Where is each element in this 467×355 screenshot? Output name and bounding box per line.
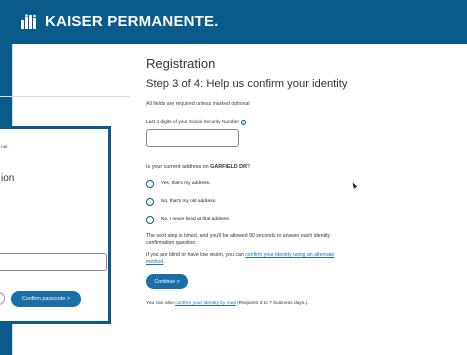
radio-button[interactable] [146, 215, 154, 224]
radio-label: Yes, that's my address. [161, 181, 211, 186]
radio-button[interactable] [146, 179, 154, 188]
radio-label: No, I never lived at that address. [161, 217, 231, 222]
low-vision-suffix: . [163, 259, 165, 265]
registration-form: Registration Step 3 of 4: Help us confir… [146, 56, 456, 306]
kp-logo-icon [20, 13, 38, 30]
address-street: GARFIELD DR [210, 164, 247, 170]
radio-option-never[interactable]: No, I never lived at that address. [146, 215, 456, 224]
back-button-partial[interactable] [0, 292, 5, 305]
address-question-prefix: Is your current address on [146, 164, 211, 170]
address-question: Is your current address on GARFIELD DR? [146, 164, 456, 170]
ssn-label: Last 4 digits of your Social Security Nu… [146, 120, 456, 125]
low-vision-prefix: If you are blind or have low vision, you… [146, 252, 246, 258]
overlay-note-fragment: nal. [1, 145, 9, 150]
header-bar: KAISER PERMANENTE. [0, 0, 467, 44]
ssn-label-text: Last 4 digits of your Social Security Nu… [146, 120, 240, 125]
mail-suffix: (Requires 3 to 7 business days.). [235, 301, 309, 306]
confirm-passcode-button[interactable]: Confirm passcode > [11, 291, 81, 307]
address-question-suffix: ? [246, 164, 250, 170]
confirm-by-mail-link[interactable]: confirm your identity by mail [175, 301, 236, 306]
mail-note: You can also confirm your identity by ma… [146, 301, 456, 306]
radio-option-yes[interactable]: Yes, that's my address. [146, 179, 456, 188]
brand-logo[interactable]: KAISER PERMANENTE. [20, 13, 219, 30]
radio-label: No, that's my old address. [161, 199, 217, 204]
overlay-heading-fragment: ion [1, 173, 15, 184]
required-note: All fields are required unless marked op… [146, 101, 250, 107]
radio-option-old[interactable]: No, that's my old address. [146, 197, 456, 206]
info-icon[interactable]: i [241, 120, 247, 125]
brand-name: KAISER PERMANENTE. [45, 13, 219, 30]
passcode-window: nal. ion Confirm passcode > [0, 126, 111, 324]
ssn-input[interactable] [146, 129, 239, 147]
continue-button[interactable]: Continue > [146, 274, 188, 289]
low-vision-note: If you are blind or have low vision, you… [146, 252, 341, 266]
passcode-input[interactable] [0, 253, 107, 271]
timed-note: The next step is timed, and you'll be al… [146, 233, 331, 246]
faint-divider [0, 96, 130, 97]
page-title: Registration [146, 56, 216, 71]
radio-button[interactable] [146, 197, 154, 206]
step-heading: Step 3 of 4: Help us confirm your identi… [146, 78, 348, 90]
mail-prefix: You can also [146, 301, 176, 306]
